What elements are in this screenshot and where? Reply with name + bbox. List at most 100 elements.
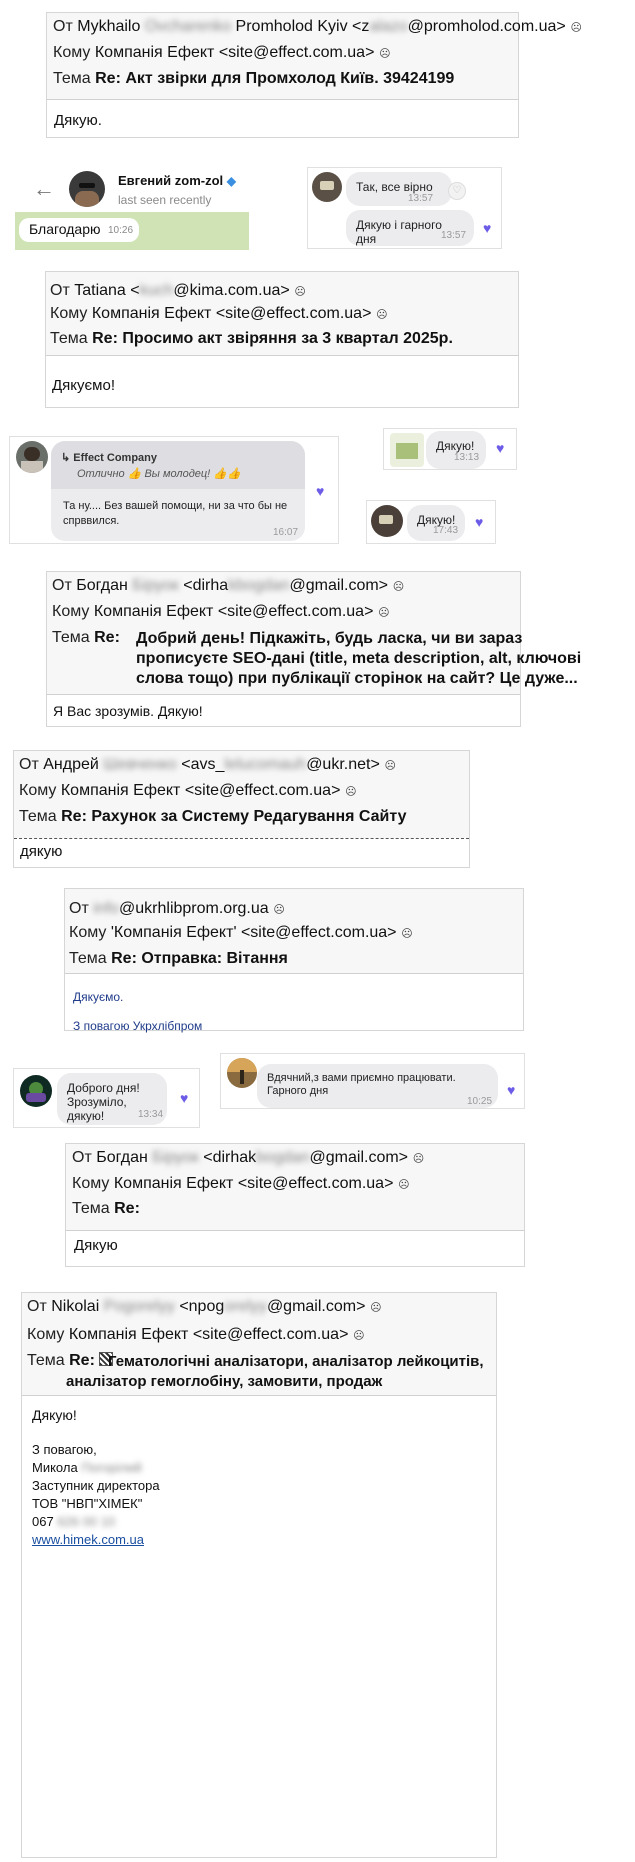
contact-status-icon: ☹ [353, 1330, 365, 1342]
message-time: 10:26 [108, 225, 134, 236]
to-label: Кому [72, 1175, 110, 1192]
avatar [371, 505, 403, 537]
contact-name: Евгений zom-zol ◆ [118, 173, 236, 188]
from-label: От [69, 900, 89, 917]
from-label: От [19, 756, 39, 773]
subject-row: Тема Re: [52, 629, 120, 647]
recipient: Компанія Ефект <site@effect.com.ua> [113, 1175, 394, 1192]
subject-prefix: Re: [114, 1200, 140, 1217]
website-link[interactable]: www.himek.com.ua [32, 1532, 144, 1547]
message-bubble: ↳ Effect Company Отлично 👍 Вы молодец! 👍… [51, 441, 305, 541]
subject-row: Тема Re: [27, 1352, 114, 1370]
sender-email-blurred: info [93, 900, 120, 917]
email-signature: З повагою Укрхлібпром [73, 1019, 203, 1033]
subject-text: Гематологічні аналізатори, аналізатор ле… [108, 1352, 484, 1372]
contact-status-icon: ☹ [401, 928, 413, 940]
subject-line: Гематологічні аналізатори, аналізатор ле… [108, 1353, 484, 1370]
chat-card-5: Вдячний,з вами приємно працювати. Гарног… [220, 1053, 525, 1109]
to-label: Кому [52, 603, 90, 620]
subject-label: Тема [27, 1352, 65, 1369]
recipient: Компанія Ефект <site@effect.com.ua> [68, 1326, 349, 1343]
contact-status-icon: ☹ [379, 48, 391, 60]
sender-name: Tatiana < [74, 282, 140, 299]
from-label: От [52, 577, 72, 594]
subject-text: Добрий день! Підкажіть, будь ласка, чи в… [136, 629, 581, 689]
message-bubble: Дякую! [426, 431, 486, 469]
sender-domain: @ukr.net> [306, 756, 380, 773]
message-bubble: Вдячний,з вами приємно працювати. Гарног… [257, 1064, 498, 1108]
subject-text: Акт звірки для Промхолод Київ. 39424199 [125, 70, 455, 87]
message-text: Дякую і гарного дня [356, 218, 442, 246]
subject-prefix: Re: [61, 808, 87, 825]
message-line: Вдячний,з вами приємно працювати. [267, 1072, 456, 1084]
subject-text: Рахунок за Систему Редагування Сайту [91, 808, 407, 825]
subject-label: Тема [52, 629, 90, 646]
to-row: Кому Компанія Ефект <site@effect.com.ua>… [27, 1326, 365, 1344]
sender-surname-blurred: Біруок [132, 577, 179, 594]
contact-status-icon: ☹ [384, 760, 396, 772]
heart-icon[interactable]: ♥ [180, 1090, 188, 1106]
sender-email-blurred: kbogdan [228, 577, 290, 594]
reply-author-name: Effect Company [73, 452, 158, 464]
sender-name: Богдан [76, 577, 128, 594]
sender-email-blurred: alazo [369, 18, 408, 35]
subject-prefix: Re: [111, 950, 137, 967]
subject-prefix: Re: [94, 629, 120, 646]
email-card-1: От Mykhailo Ovcharenko Promholod Kyiv <z… [46, 12, 582, 138]
back-arrow-icon[interactable]: ← [33, 176, 55, 202]
from-row: От Tatiana <kuch@kima.com.ua> ☹ [50, 282, 306, 300]
contact-name-text: Евгений zom-zol [118, 173, 224, 188]
chat-card-1: Так, все вірно 13:57 ♡ Дякую і гарного д… [307, 167, 502, 249]
chat-card-reply: ↳ Effect Company Отлично 👍 Вы молодец! 👍… [9, 436, 339, 544]
from-row: От Андрей Шевченко <avs_lelucomauh@ukr.n… [19, 756, 396, 774]
email-body: Дякую! [32, 1407, 77, 1423]
subject-label: Тема [19, 808, 57, 825]
to-label: Кому [69, 924, 107, 941]
message-time: 17:43 [433, 525, 459, 536]
avatar [227, 1058, 257, 1088]
contact-status-icon: ☹ [273, 904, 285, 916]
heart-icon[interactable]: ♥ [316, 483, 324, 499]
email-body: дякую [20, 843, 63, 860]
sender-surname-blurred: Шевченко [103, 756, 177, 773]
subject-label: Тема [72, 1200, 110, 1217]
contact-status-icon: ☹ [370, 1302, 382, 1314]
heart-outline-icon[interactable]: ♡ [448, 182, 466, 200]
sender-domain: @ukrhlibprom.org.ua [119, 900, 269, 917]
to-row: Кому Компанія Ефект <site@effect.com.ua>… [50, 305, 388, 323]
signature-line: Заступник директора [32, 1478, 160, 1493]
sender-email-start: <avs_ [181, 756, 225, 773]
subject-row: Тема Re: Просимо акт звіряння за 3 кварт… [50, 330, 453, 348]
to-row: Кому Компанія Ефект <site@effect.com.ua>… [52, 603, 390, 621]
sender-org: Promholod Kyiv <z [235, 18, 370, 35]
heart-icon[interactable]: ♥ [475, 514, 483, 530]
reply-quote [51, 441, 305, 489]
message-line: спрввился. [63, 515, 120, 527]
message-text: Дякую! [436, 439, 475, 453]
sender-domain: @gmail.com> [289, 577, 389, 594]
sender-email-blurred: lelucomauh [224, 756, 307, 773]
sender-email-blurred: bogdan [256, 1149, 310, 1166]
subject-row: Тема Re: Отправка: Вітання [69, 950, 288, 968]
sender-name: Mykhailo [77, 18, 141, 35]
message-line: Гарного дня [267, 1085, 329, 1097]
heart-icon[interactable]: ♥ [483, 220, 491, 236]
from-row: От Nikolai Pogorelyy <npogorelyy@gmail.c… [27, 1298, 382, 1316]
from-row: От Mykhailo Ovcharenko Promholod Kyiv <z… [53, 18, 582, 36]
sender-surname-blurred: Ovcharenko [144, 18, 232, 35]
signature-line: З повагою, [32, 1442, 97, 1457]
from-label: От [72, 1149, 92, 1166]
message-time: 16:07 [273, 527, 299, 538]
heart-icon[interactable]: ♥ [496, 440, 504, 456]
message-time: 10:25 [467, 1096, 493, 1107]
heart-icon[interactable]: ♥ [507, 1082, 515, 1098]
chat-card-2: Дякую! 13:13 ♥ [383, 428, 517, 470]
message-line: Та ну.... Без вашей помощи, ни за что бы… [63, 500, 288, 512]
to-label: Кому [50, 305, 88, 322]
message-text: Так, все вірно [356, 180, 433, 194]
signature-surname-blurred: Погорілий [81, 1460, 142, 1475]
sender-name: Андрей [43, 756, 99, 773]
sender-email-start: <dirhak [203, 1149, 257, 1166]
email-signature: З повагою, Микола Погорілий Заступник ди… [32, 1441, 160, 1549]
from-label: От [53, 18, 73, 35]
